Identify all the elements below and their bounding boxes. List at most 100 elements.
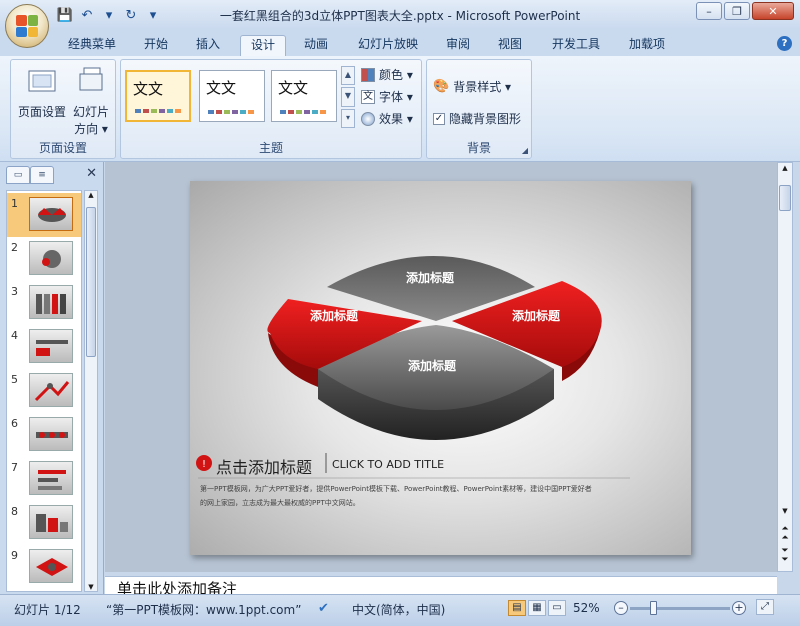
slide-number: 6: [11, 417, 18, 430]
slide-thumb-4[interactable]: 4: [7, 325, 81, 369]
slide-number: 8: [11, 505, 18, 518]
background-styles-label: 背景样式 ▾: [453, 80, 512, 94]
help-icon[interactable]: ?: [777, 36, 792, 51]
slide-thumb-9[interactable]: 9: [7, 545, 81, 589]
tab-developer[interactable]: 开发工具: [544, 35, 608, 56]
language-indicator[interactable]: 中文(简体，中国): [352, 601, 445, 618]
zoom-in-icon[interactable]: +: [732, 601, 746, 615]
thumbnails-scrollbar[interactable]: ▲ ▼: [84, 190, 98, 592]
slide-counter: 幻灯片 1/12: [14, 603, 81, 617]
current-slide[interactable]: ! 添加标题 添加标题 添加标题 添加标题 点击添加标题 CLICK TO AD…: [190, 181, 691, 555]
scroll-up-icon[interactable]: ▲: [778, 164, 792, 172]
scroll-thumb[interactable]: [779, 185, 791, 211]
theme-fonts-button[interactable]: 文 字体 ▾: [361, 88, 413, 105]
hide-background-checkbox[interactable]: ✓ 隐藏背景图形: [433, 110, 521, 127]
slide-editing-area: ! 添加标题 添加标题 添加标题 添加标题 点击添加标题 CLICK TO AD…: [105, 162, 777, 572]
label-right[interactable]: 添加标题: [512, 307, 560, 324]
slide-thumb-5[interactable]: 5: [7, 369, 81, 413]
pane-tabs: ▭ ≡: [6, 166, 98, 184]
tab-design[interactable]: 设计: [240, 35, 286, 56]
slide-body-line2[interactable]: 的网上家园，立志成为最大最权威的PPT中文网站。: [200, 498, 685, 508]
tab-view[interactable]: 视图: [492, 35, 528, 56]
slide-thumb-8[interactable]: 8: [7, 501, 81, 545]
title-bar: 💾 ↶ ▾ ↻ ▾ 一套红黑组合的3d立体PPT图表大全.pptx - Micr…: [0, 0, 800, 30]
page-setup-button[interactable]: 页面设置: [17, 66, 67, 120]
tab-slide-show[interactable]: 幻灯片放映: [350, 35, 426, 56]
slide-scrollbar[interactable]: ▲ ▼ ⏶ ⏶ ⏷ ⏷: [777, 162, 793, 572]
slide-number: 3: [11, 285, 18, 298]
slide-thumbnails: 1 2 3 4 5 6 7 8 9: [6, 190, 82, 592]
hide-background-label: 隐藏背景图形: [449, 112, 522, 126]
office-button[interactable]: [5, 4, 49, 48]
scroll-down-icon[interactable]: ▼: [85, 583, 97, 591]
slide-thumb-6[interactable]: 6: [7, 413, 81, 457]
label-bottom[interactable]: 添加标题: [408, 357, 456, 374]
dialog-launcher-icon[interactable]: ◢: [522, 146, 528, 155]
theme-thumbnail-3[interactable]: 文文: [271, 70, 337, 122]
page-setup-group: 页面设置 幻灯片 方向 ▾ 页面设置: [10, 59, 116, 159]
previous-slide-icon[interactable]: ⏶ ⏶: [778, 525, 792, 543]
slides-tab-icon[interactable]: ▭: [6, 166, 30, 184]
colors-icon: [361, 67, 375, 82]
theme-color-bars: [280, 110, 326, 114]
zoom-out-icon[interactable]: –: [614, 601, 628, 615]
slide-body-line1[interactable]: 第一PPT模板网，为广大PPT爱好者，提供PowerPoint模板下载、Powe…: [200, 484, 685, 494]
checkbox-checked-icon: ✓: [433, 112, 445, 125]
slide-heading-en[interactable]: CLICK TO ADD TITLE: [332, 458, 444, 471]
slide-orientation-button[interactable]: 幻灯片 方向 ▾: [67, 66, 115, 137]
minimize-button[interactable]: –: [696, 2, 722, 20]
theme-effects-label: 效果 ▾: [379, 112, 413, 126]
scroll-down-icon[interactable]: ▼: [778, 507, 792, 515]
slide-thumb-3[interactable]: 3: [7, 281, 81, 325]
close-button[interactable]: ✕: [752, 2, 794, 20]
zoom-slider[interactable]: [630, 607, 730, 610]
label-left[interactable]: 添加标题: [310, 307, 358, 324]
gallery-more-icon[interactable]: ▾: [341, 108, 355, 128]
background-styles-button[interactable]: 🎨 背景样式 ▾: [433, 78, 511, 95]
tab-review[interactable]: 审阅: [440, 35, 476, 56]
thumb-image: [29, 373, 73, 407]
tab-animations[interactable]: 动画: [296, 35, 336, 56]
tab-insert[interactable]: 插入: [188, 35, 228, 56]
page-setup-label: 页面设置: [17, 105, 66, 119]
tab-addins[interactable]: 加载项: [622, 35, 672, 56]
theme-thumbnail-1[interactable]: 文文: [125, 70, 191, 122]
tab-classic-menu[interactable]: 经典菜单: [60, 35, 124, 56]
svg-text:!: !: [202, 459, 206, 470]
slide-sorter-view-icon[interactable]: ▦: [528, 600, 546, 616]
notes-pane[interactable]: 单击此处添加备注: [105, 576, 777, 594]
theme-colors-button[interactable]: 颜色 ▾: [361, 66, 413, 83]
window-controls: – ❐ ✕: [696, 2, 794, 20]
background-group-label: 背景: [466, 141, 491, 155]
thumb-image: [29, 461, 73, 495]
label-top[interactable]: 添加标题: [406, 269, 454, 286]
zoom-slider-handle[interactable]: [650, 601, 657, 615]
normal-view-icon[interactable]: ▤: [508, 600, 526, 616]
slide-thumb-7[interactable]: 7: [7, 457, 81, 501]
ribbon-tabs: 经典菜单 开始 插入 设计 动画 幻灯片放映 审阅 视图 开发工具 加载项: [0, 30, 800, 56]
scroll-up-icon[interactable]: ▲: [85, 191, 97, 199]
spell-check-icon[interactable]: ✔: [318, 601, 329, 616]
theme-effects-button[interactable]: 效果 ▾: [361, 110, 413, 127]
gallery-up-icon[interactable]: ▲: [341, 66, 355, 86]
next-slide-icon[interactable]: ⏷ ⏷: [778, 547, 792, 565]
zoom-level[interactable]: 52%: [573, 601, 600, 615]
slide-thumb-1[interactable]: 1: [7, 193, 81, 237]
slide-show-view-icon[interactable]: ▭: [548, 600, 566, 616]
slide-heading-cn[interactable]: 点击添加标题: [216, 454, 312, 478]
close-pane-icon[interactable]: ✕: [86, 166, 97, 181]
thumb-image: [29, 197, 73, 231]
theme-thumbnail-2[interactable]: 文文: [199, 70, 265, 122]
slide-number: 7: [11, 461, 18, 474]
gallery-down-icon[interactable]: ▼: [341, 87, 355, 107]
tab-home[interactable]: 开始: [136, 35, 176, 56]
slide-number: 1: [11, 197, 18, 210]
slide-number: 9: [11, 549, 18, 562]
scroll-thumb[interactable]: [86, 207, 96, 357]
fit-to-window-icon[interactable]: ⤢: [756, 599, 774, 615]
theme-fonts-label: 字体 ▾: [379, 90, 413, 104]
outline-tab-icon[interactable]: ≡: [30, 166, 54, 184]
thumb-image: [29, 549, 73, 583]
slide-thumb-2[interactable]: 2: [7, 237, 81, 281]
restore-button[interactable]: ❐: [724, 2, 750, 20]
